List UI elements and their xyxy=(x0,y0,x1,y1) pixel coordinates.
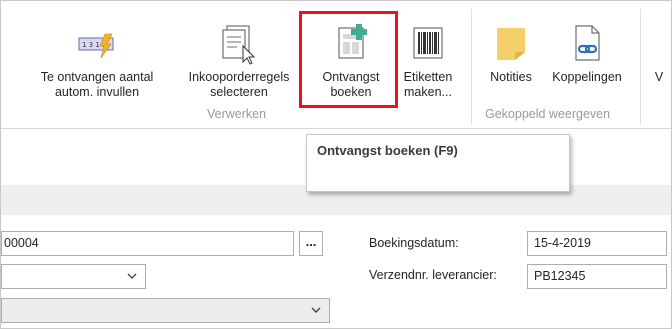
view-icon xyxy=(649,19,669,69)
select-lines-icon xyxy=(219,19,259,69)
auto-fill-quantity-label: Te ontvangen aantal autom. invullen xyxy=(40,70,154,99)
select-purchase-lines-button[interactable]: Inkooporderregels selecteren xyxy=(177,1,301,109)
notes-icon xyxy=(491,19,531,69)
create-labels-button[interactable]: Etiketten maken... xyxy=(397,1,459,109)
verzendnr-value: PB12345 xyxy=(534,269,586,283)
lookup-label: ... xyxy=(305,234,317,249)
links-label: Koppelingen xyxy=(552,70,622,84)
number-field[interactable]: 00004 xyxy=(1,231,294,256)
boekingsdatum-label: Boekingsdatum: xyxy=(369,236,459,250)
link-icon xyxy=(567,19,607,69)
view-button-truncated[interactable]: V xyxy=(647,1,671,109)
lookup-button[interactable]: ... xyxy=(299,231,323,256)
highlight-box xyxy=(299,11,398,108)
tooltip-title: Ontvangst boeken (F9) xyxy=(317,143,458,158)
auto-fill-quantity-icon: 1 3 1 3 xyxy=(77,19,117,69)
notes-label: Notities xyxy=(490,70,532,84)
auto-fill-quantity-button[interactable]: 1 3 1 3 Te ontvangen aantal autom. invul… xyxy=(21,1,173,109)
verzendnr-field[interactable]: PB12345 xyxy=(527,264,667,289)
create-labels-label: Etiketten maken... xyxy=(403,70,453,99)
verzendnr-label: Verzendnr. leverancier: xyxy=(369,268,497,282)
dropdown-field[interactable] xyxy=(1,264,146,289)
group-label-gekoppeld-weergeven: Gekoppeld weergeven xyxy=(485,107,611,121)
chevron-down-icon xyxy=(311,299,321,329)
boekingsdatum-value: 15-4-2019 xyxy=(534,236,591,250)
select-purchase-lines-label: Inkooporderregels selecteren xyxy=(188,70,290,99)
readonly-dropdown-field[interactable] xyxy=(1,298,330,323)
group-label-verwerken: Verwerken xyxy=(207,107,267,121)
links-button[interactable]: Koppelingen xyxy=(542,1,632,109)
group-separator xyxy=(471,9,472,125)
boekingsdatum-field[interactable]: 15-4-2019 xyxy=(527,231,667,256)
chevron-down-icon xyxy=(127,265,137,297)
notes-button[interactable]: Notities xyxy=(479,1,543,109)
number-value: 00004 xyxy=(4,236,39,250)
group-separator xyxy=(640,9,641,125)
barcode-icon xyxy=(408,19,448,69)
view-label: V xyxy=(654,70,664,84)
tooltip: Ontvangst boeken (F9) xyxy=(306,134,570,192)
